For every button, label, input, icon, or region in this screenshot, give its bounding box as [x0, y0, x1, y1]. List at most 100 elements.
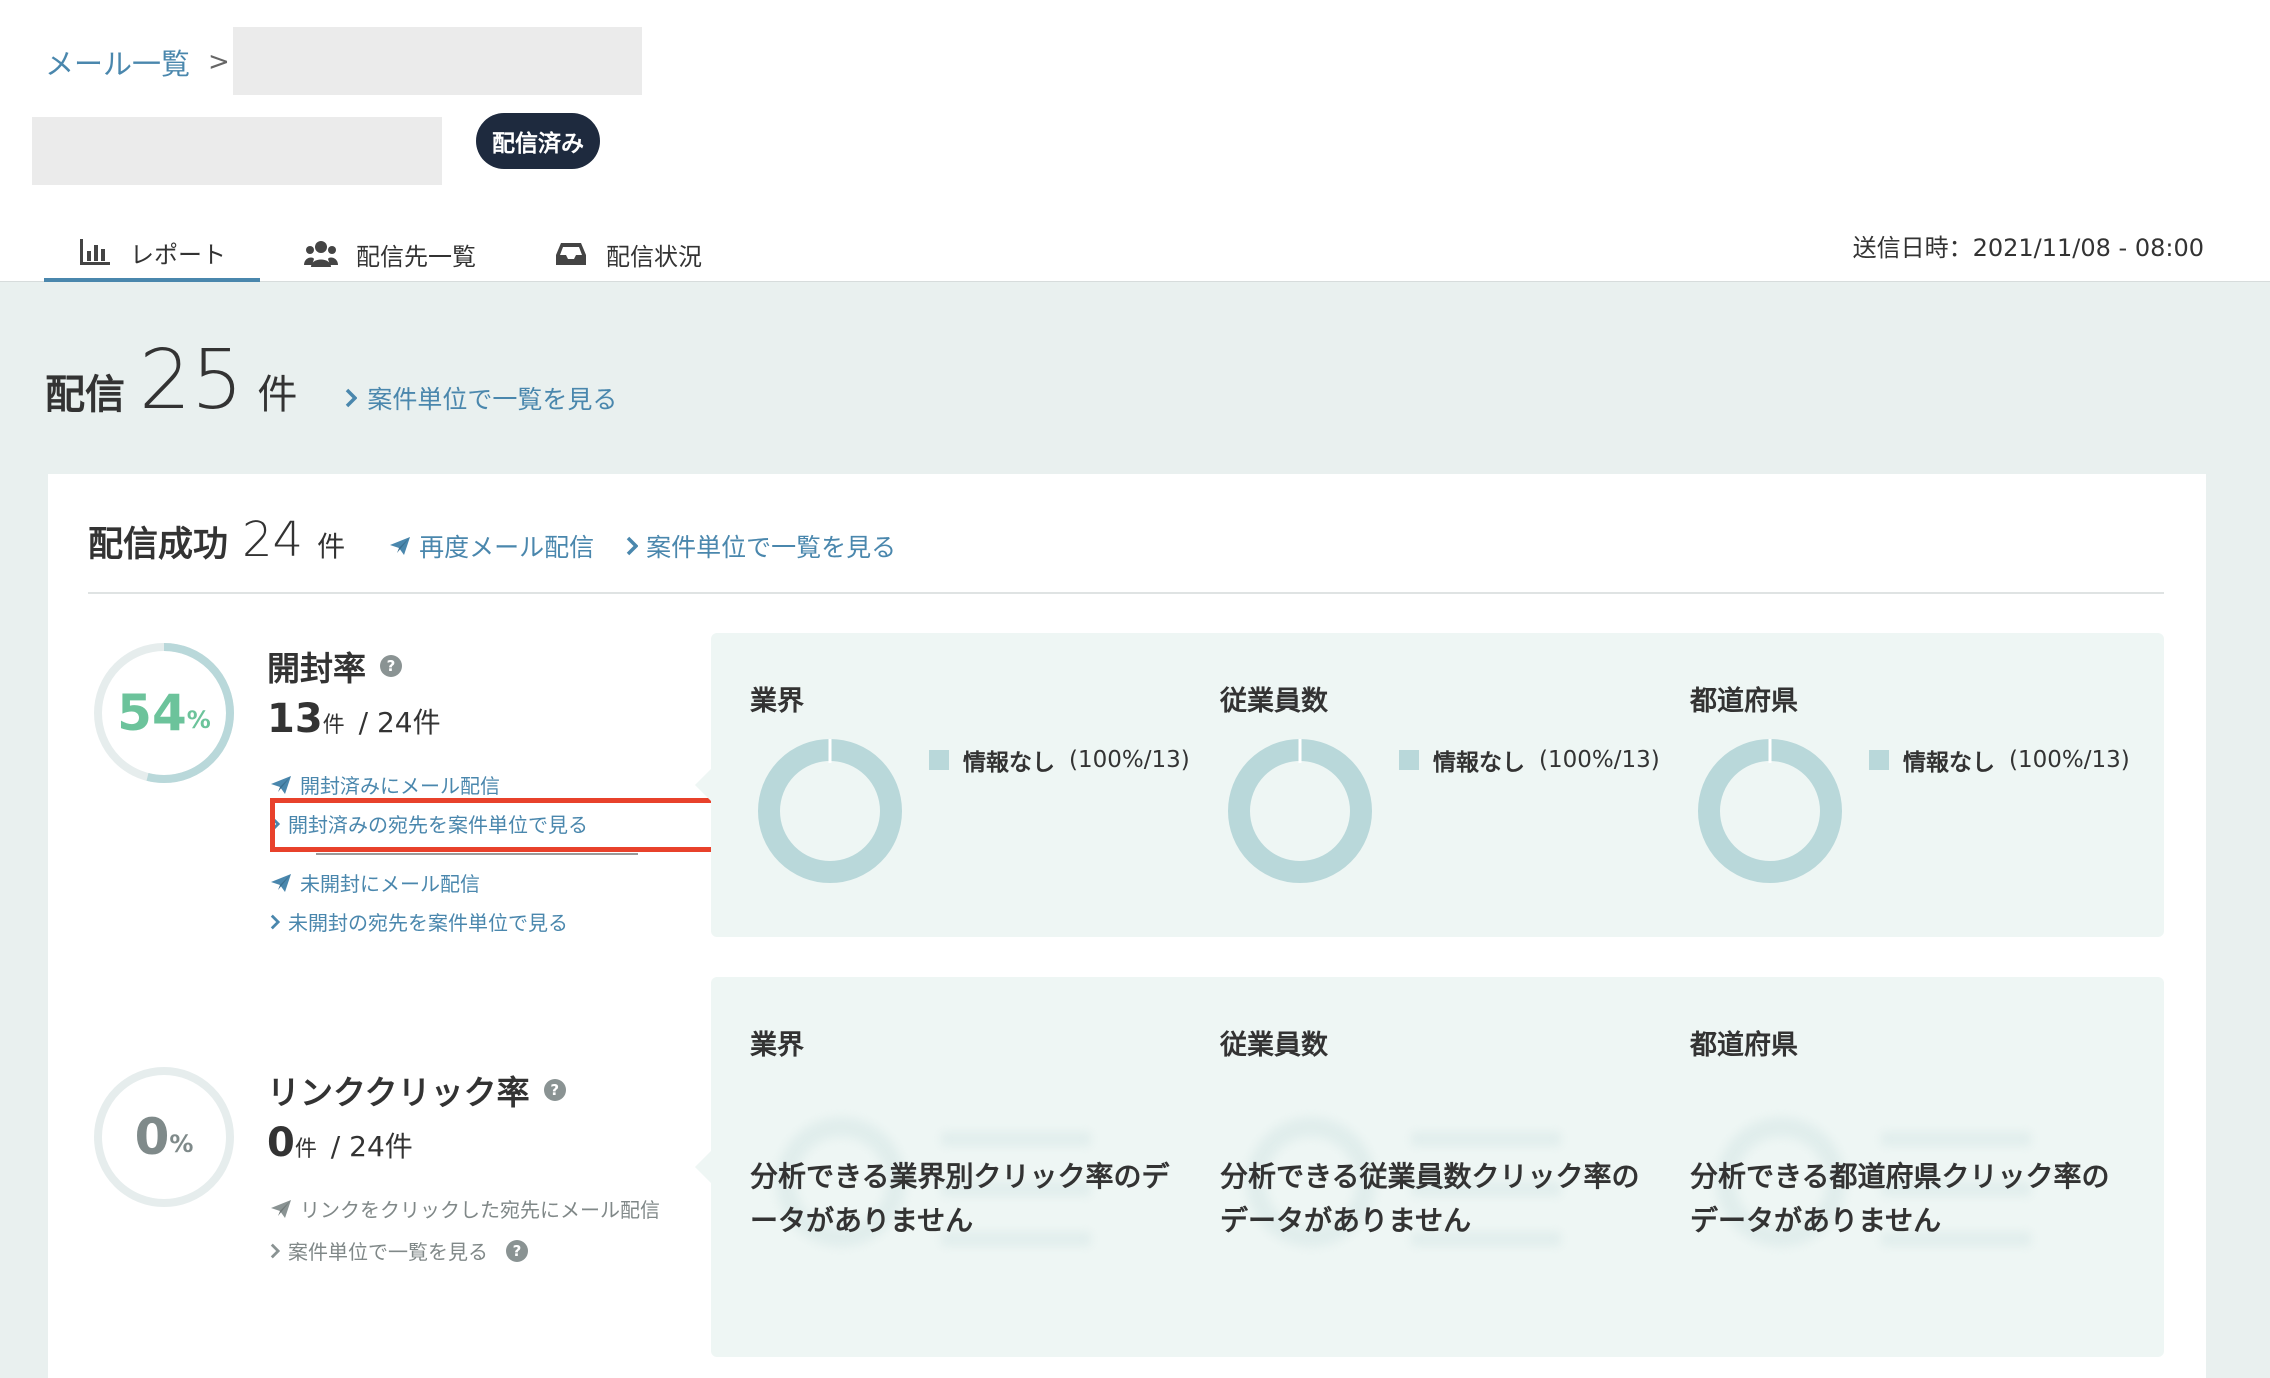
legend-item: 情報なし (100%/13) [1869, 743, 2130, 777]
delivery-summary: 配信 25 件 案件単位で一覧を見る [45, 340, 617, 422]
click-rate-title-text: リンククリック率 [267, 1073, 530, 1112]
open-breakdown-panel: 業界 情報なし (100%/13) 従業員数 情報なし (100%/13) 都道… [695, 633, 2164, 937]
success-list-link[interactable]: 案件単位で一覧を見る [626, 528, 896, 564]
legend-swatch [1869, 750, 1889, 770]
tab-bar: レポート 配信先一覧 配信状況 [44, 226, 736, 282]
mail-opened-link[interactable]: 開封済みにメール配信 [270, 770, 500, 799]
open-count: 13件 / 24件 [267, 696, 441, 742]
mail-opened-label: 開封済みにメール配信 [300, 774, 500, 798]
no-data-message: 分析できる都道府県クリック率のデータがありません [1690, 1160, 2110, 1237]
redacted-mail-name [233, 27, 642, 95]
donut-chart-employees [1228, 739, 1372, 883]
mail-clicked-link[interactable]: リンクをクリックした宛先にメール配信 [270, 1194, 660, 1223]
legend-swatch [929, 750, 949, 770]
delivery-list-link[interactable]: 案件単位で一覧を見る [345, 380, 617, 416]
highlight-box [270, 798, 748, 852]
breadcrumb-separator: > [208, 47, 230, 77]
column-title-prefecture: 都道府県 [1690, 686, 1798, 717]
paper-plane-icon [271, 873, 291, 892]
mail-unopened-label: 未開封にメール配信 [300, 872, 480, 896]
paper-plane-icon [271, 1199, 291, 1218]
click-count: 0件 / 24件 [267, 1120, 413, 1166]
redacted-mail-title [32, 117, 442, 185]
delivery-label: 配信 [45, 372, 125, 418]
sent-datetime: 送信日時：2021/11/08 - 08:00 [1852, 234, 2204, 262]
donut-chart-industry [758, 739, 902, 883]
legend-item: 情報なし (100%/13) [1399, 743, 1660, 777]
click-rate-value: 0 [134, 1108, 170, 1166]
click-count-unit: 件 [294, 1137, 317, 1162]
chevron-right-icon [270, 914, 280, 929]
legend-item: 情報なし (100%/13) [929, 743, 1190, 777]
click-rate-percent: % [169, 1130, 194, 1158]
open-rate-percent: % [186, 706, 211, 734]
click-count-total: / 24件 [330, 1130, 413, 1163]
legend-label: 情報なし [963, 750, 1055, 776]
delivery-unit: 件 [257, 372, 298, 418]
success-count: 24 [242, 512, 304, 568]
help-icon[interactable]: ? [380, 655, 402, 677]
column-title-employees: 従業員数 [1220, 686, 1328, 717]
no-data-message: 分析できる従業員数クリック率のデータがありません [1220, 1160, 1640, 1237]
divider [316, 853, 638, 855]
help-icon[interactable]: ? [506, 1239, 528, 1262]
page-header: メール一覧 > 配信済み レポート 配信先一覧 配信状況 送信日時：2021/1… [0, 0, 2270, 282]
resend-mail-link[interactable]: 再度メール配信 [389, 528, 594, 564]
tab-report-label: レポート [130, 240, 226, 269]
no-data-message: 分析できる業界別クリック率のデータがありません [750, 1160, 1170, 1237]
click-rate-ring: 0 % [91, 1064, 237, 1210]
success-list-link-label: 案件単位で一覧を見る [646, 533, 897, 562]
resend-mail-label: 再度メール配信 [419, 533, 595, 562]
column-title-employees: 従業員数 [1220, 1030, 1328, 1061]
chevron-right-icon [346, 388, 358, 408]
delivery-success-card: 配信成功 24 件 再度メール配信 案件単位で一覧を見る 54 % 開封率 ? … [48, 474, 2206, 1378]
click-breakdown-panel: 業界 分析できる業界別クリック率のデータがありません 従業員数 分析できる従業員… [695, 977, 2164, 1357]
open-count-unit: 件 [322, 713, 345, 738]
success-label: 配信成功 [88, 525, 229, 565]
click-list-link[interactable]: 案件単位で一覧を見る ? [270, 1236, 528, 1265]
click-rate-title: リンククリック率 ? [267, 1066, 566, 1114]
users-icon [304, 241, 338, 267]
legend-swatch [1399, 750, 1419, 770]
bar-chart-icon [80, 239, 110, 265]
help-icon[interactable]: ? [543, 1079, 566, 1101]
status-badge: 配信済み [476, 113, 600, 169]
chevron-right-icon [270, 1243, 280, 1258]
open-count-value: 13 [267, 696, 323, 742]
delivery-count: 25 [139, 333, 244, 428]
success-header: 配信成功 24 件 再度メール配信 案件単位で一覧を見る [88, 512, 2164, 594]
open-rate-title: 開封率 ? [267, 642, 402, 690]
chevron-right-icon [626, 536, 639, 556]
legend-label: 情報なし [1903, 750, 1995, 776]
legend-percent: (100%/13) [1539, 747, 1660, 773]
legend-percent: (100%/13) [1069, 747, 1190, 773]
tab-delivery-status[interactable]: 配信状況 [520, 226, 736, 282]
breadcrumb-mail-list-link[interactable]: メール一覧 [45, 41, 190, 83]
success-unit: 件 [317, 530, 346, 563]
legend-percent: (100%/13) [2009, 747, 2130, 773]
paper-plane-icon [390, 537, 411, 555]
mail-unopened-link[interactable]: 未開封にメール配信 [270, 868, 480, 897]
tab-report[interactable]: レポート [44, 226, 260, 282]
tab-recipients-label: 配信先一覧 [356, 242, 476, 271]
inbox-icon [556, 243, 586, 265]
legend-label: 情報なし [1433, 750, 1525, 776]
tab-recipients[interactable]: 配信先一覧 [270, 226, 510, 282]
open-rate-title-text: 開封率 [267, 649, 366, 688]
column-title-industry: 業界 [750, 686, 804, 717]
column-title-industry: 業界 [750, 1030, 804, 1061]
click-list-label: 案件単位で一覧を見る [288, 1240, 488, 1264]
open-rate-ring: 54 % [91, 640, 237, 786]
tab-delivery-status-label: 配信状況 [606, 242, 702, 271]
view-unopened-label: 未開封の宛先を案件単位で見る [288, 911, 568, 935]
open-count-total: / 24件 [358, 706, 441, 739]
paper-plane-icon [271, 775, 291, 794]
column-title-prefecture: 都道府県 [1690, 1030, 1798, 1061]
breadcrumb: メール一覧 > [45, 42, 230, 82]
open-rate-value: 54 [117, 684, 187, 742]
click-count-value: 0 [267, 1120, 295, 1166]
view-unopened-link[interactable]: 未開封の宛先を案件単位で見る [270, 907, 568, 936]
delivery-list-link-label: 案件単位で一覧を見る [367, 385, 618, 414]
mail-clicked-label: リンクをクリックした宛先にメール配信 [300, 1198, 660, 1222]
donut-chart-prefecture [1698, 739, 1842, 883]
